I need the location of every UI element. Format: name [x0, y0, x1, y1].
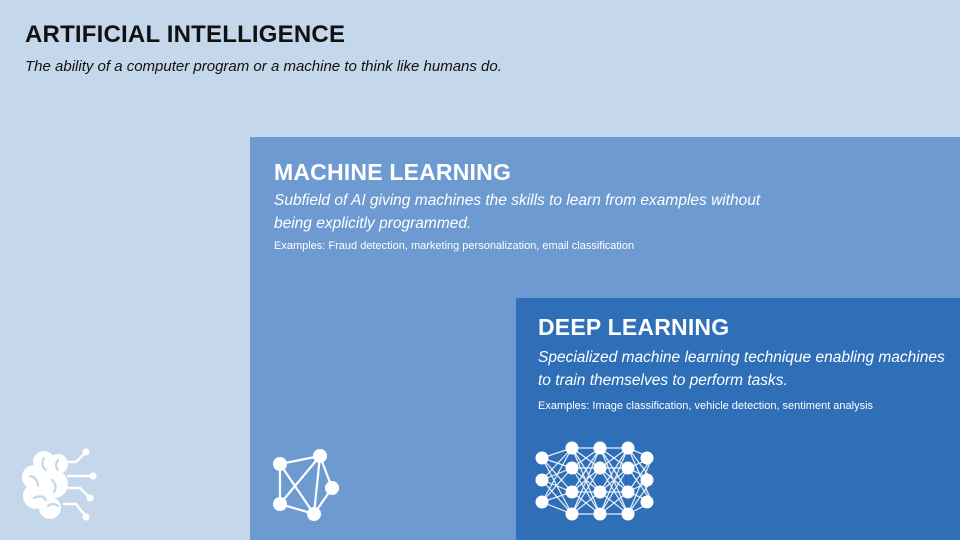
ai-title: ARTIFICIAL INTELLIGENCE — [25, 21, 346, 48]
ml-description: Subfield of AI giving machines the skill… — [274, 192, 761, 232]
neural-network-icon — [535, 441, 654, 521]
dl-title: DEEP LEARNING — [538, 314, 730, 340]
dl-examples: Examples: Image classification, vehicle … — [538, 400, 874, 412]
brain-circuit-icon — [22, 448, 97, 521]
ml-title: MACHINE LEARNING — [274, 159, 512, 185]
dl-description: Specialized machine learning technique e… — [538, 349, 945, 389]
ml-examples: Examples: Fraud detection, marketing per… — [274, 240, 635, 252]
dl-region: DEEP LEARNING Specialized machine learni… — [516, 298, 960, 540]
network-graph-icon — [273, 449, 339, 521]
ai-subtitle: The ability of a computer program or a m… — [25, 58, 502, 75]
